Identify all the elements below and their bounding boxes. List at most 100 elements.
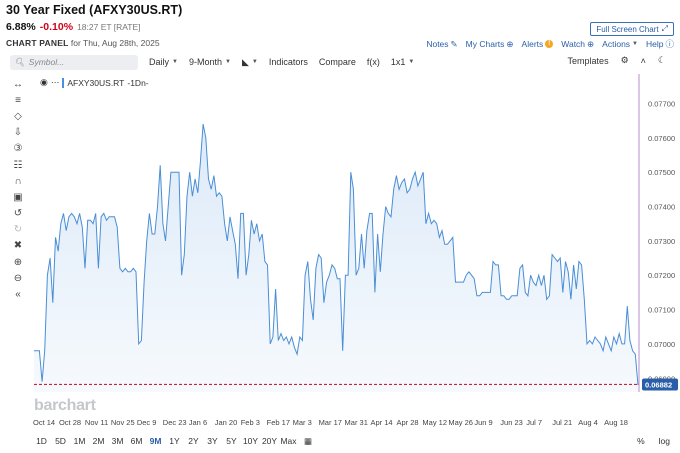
shapes-icon[interactable]: ◇ [10,108,26,124]
period-1m[interactable]: 1M [70,436,89,446]
data-point [98,268,99,269]
period-5y[interactable]: 5Y [222,436,241,446]
period-2m[interactable]: 2M [89,436,108,446]
data-point [364,268,365,269]
range-label: 9-Month [188,57,222,67]
price-chart-svg: 0.07700 0.07600 0.07500 0.07400 0.07300 0.072… [34,74,678,392]
data-point [616,343,617,344]
data-point [565,261,566,262]
data-point [390,216,391,217]
lock-icon[interactable]: ▣ [10,189,26,205]
data-point [125,268,126,269]
arrow-icon[interactable]: ⇩ [10,125,26,141]
x-tick-label: Nov 25 [110,418,135,427]
compare-button[interactable]: Compare [319,57,356,67]
data-point [380,271,381,272]
log-toggle[interactable]: log [659,436,670,446]
data-point [146,240,147,241]
calendar-icon[interactable]: ▦ [304,436,312,447]
data-point [278,340,279,341]
data-point [229,216,230,217]
data-point [305,275,306,276]
indicators-button[interactable]: Indicators [269,57,308,67]
trash-icon[interactable]: ✖ [10,238,26,254]
data-point [50,257,51,258]
undo-icon[interactable]: ↺ [10,206,26,222]
data-point [42,381,43,382]
period-10y[interactable]: 10Y [241,436,260,446]
data-point [385,206,386,207]
current-price-label: 0.06882 [645,380,672,389]
full-screen-chart-button[interactable]: Full Screen Chart ⤢ [590,22,674,36]
period-5d[interactable]: 5D [51,436,70,446]
x-tick-label: Jul 21 [552,418,573,427]
zoom-in-icon[interactable]: ⊕ [10,254,26,270]
data-point [211,189,212,190]
data-point [168,206,169,207]
x-tick-label: Nov 11 [84,418,109,427]
line-tools-icon[interactable]: ≡ [10,92,26,108]
data-point [423,172,424,173]
eye-icon[interactable]: ◉ [40,77,48,88]
period-max[interactable]: Max [279,436,298,446]
data-point [213,175,214,176]
dark-mode-icon[interactable]: ☾ [658,55,666,66]
data-point [627,306,628,307]
period-3m[interactable]: 3M [108,436,127,446]
x-tick-label: Mar 3 [292,418,312,427]
chart-type-dropdown[interactable]: ◣ ▼ [242,57,258,68]
help-link[interactable]: Help ⓘ [646,38,674,50]
layout-dropdown[interactable]: 1x1 ▼ [391,57,414,67]
gear-icon[interactable]: ⚙ [621,55,629,66]
zoom-out-icon[interactable]: ⊖ [10,270,26,286]
crosshair-icon[interactable]: ↔ [10,76,26,92]
period-2y[interactable]: 2Y [184,436,203,446]
period-6m[interactable]: 6M [127,436,146,446]
alerts-link[interactable]: Alerts! [522,38,554,50]
x-tick-label: Apr 14 [370,418,393,427]
counter-icon[interactable]: ③ [10,141,26,157]
data-point [573,264,574,265]
fibonacci-icon[interactable]: ☷ [10,157,26,173]
interval-dropdown[interactable]: Daily ▼ [149,57,178,67]
period-3y[interactable]: 3Y [203,436,222,446]
actions-menu[interactable]: Actions ▼ [602,38,638,50]
period-1d[interactable]: 1D [32,436,51,446]
range-dropdown[interactable]: 9-Month ▼ [189,57,231,67]
x-tick-label: Aug 4 [578,418,598,427]
my-charts-link[interactable]: My Charts ⊕ [466,38,514,50]
data-point [157,206,158,207]
data-point [471,275,472,276]
data-point [79,213,80,214]
data-point [436,223,437,224]
symbol-search-input[interactable]: 🔍︎ Symbol... [10,54,138,70]
data-point [562,292,563,293]
percent-toggle[interactable]: % [637,436,645,446]
x-tick-label: Feb 17 [266,418,290,427]
period-9m[interactable]: 9M [146,436,165,446]
price-chart[interactable]: 0.07700 0.07600 0.07500 0.07400 0.07300 0.072… [32,74,680,404]
function-button[interactable]: f(x) [367,57,380,67]
x-tick-label: Jan 20 [214,418,238,427]
more-dots-icon[interactable]: ⋯ [51,77,60,88]
templates-button[interactable]: Templates [568,56,609,66]
data-point [130,271,131,272]
redo-icon[interactable]: ↻ [10,222,26,238]
data-point [543,275,544,276]
watch-link[interactable]: Watch ⊕ [561,38,594,50]
data-point [170,172,171,173]
collapse-sidebar-icon[interactable]: « [10,286,26,302]
data-point [259,240,260,241]
period-20y[interactable]: 20Y [260,436,279,446]
data-point [570,299,571,300]
data-point [522,264,523,265]
data-point [393,189,394,190]
collapse-icon[interactable]: ˄ [641,56,646,66]
data-point [527,295,528,296]
data-point [152,233,153,234]
data-point [302,340,303,341]
magnet-icon[interactable]: ∩ [10,173,26,189]
data-point [111,216,112,217]
period-1y[interactable]: 1Y [165,436,184,446]
notes-link[interactable]: Notes ✎ [426,38,457,50]
